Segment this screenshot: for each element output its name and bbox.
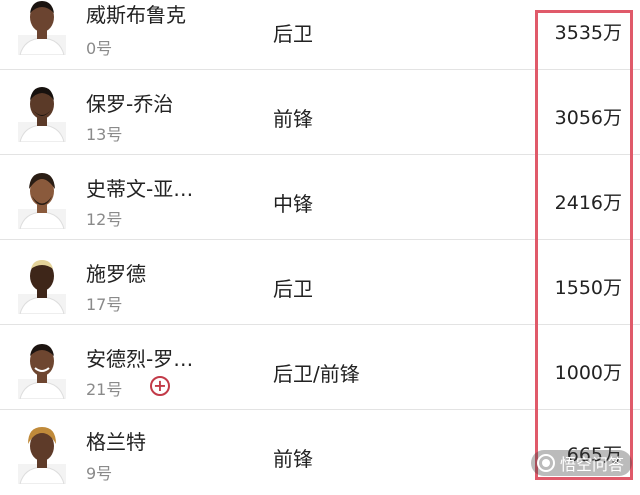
player-portrait-icon: [18, 260, 66, 314]
salary-highlight-box: [535, 10, 633, 480]
player-portrait-icon: [18, 87, 66, 142]
player-number: 12号: [86, 210, 123, 229]
watermark: 悟空问答: [530, 450, 632, 476]
player-avatar: [18, 82, 66, 142]
player-name: 保罗-乔治: [86, 92, 174, 116]
player-avatar: [18, 254, 66, 314]
player-name: 史蒂文-亚…: [86, 177, 194, 201]
player-avatar: [18, 424, 66, 484]
health-cross-icon[interactable]: +: [150, 376, 170, 396]
player-name: 施罗德: [86, 262, 146, 286]
watermark-text: 悟空问答: [559, 455, 624, 474]
player-position: 后卫: [273, 22, 313, 46]
player-name: 威斯布鲁克: [86, 3, 186, 27]
player-avatar: [18, 339, 66, 399]
player-portrait-icon: [18, 427, 66, 484]
player-number: 13号: [86, 125, 123, 144]
player-position: 后卫: [273, 277, 313, 301]
player-name: 格兰特: [86, 430, 146, 454]
player-position: 前锋: [273, 107, 313, 131]
player-position: 前锋: [273, 447, 313, 471]
player-avatar: [18, 0, 66, 55]
player-portrait-icon: [18, 344, 66, 399]
player-position: 中锋: [273, 192, 313, 216]
player-name: 安德烈-罗…: [86, 347, 194, 371]
player-number: 17号: [86, 295, 123, 314]
player-number: 9号: [86, 464, 113, 483]
player-avatar: [18, 169, 66, 229]
player-number: 21号: [86, 380, 123, 399]
wukong-logo-icon: [536, 454, 555, 472]
player-number: 0号: [86, 39, 113, 58]
player-portrait-icon: [18, 1, 66, 55]
player-position: 后卫/前锋: [273, 362, 360, 386]
player-portrait-icon: [18, 173, 66, 229]
